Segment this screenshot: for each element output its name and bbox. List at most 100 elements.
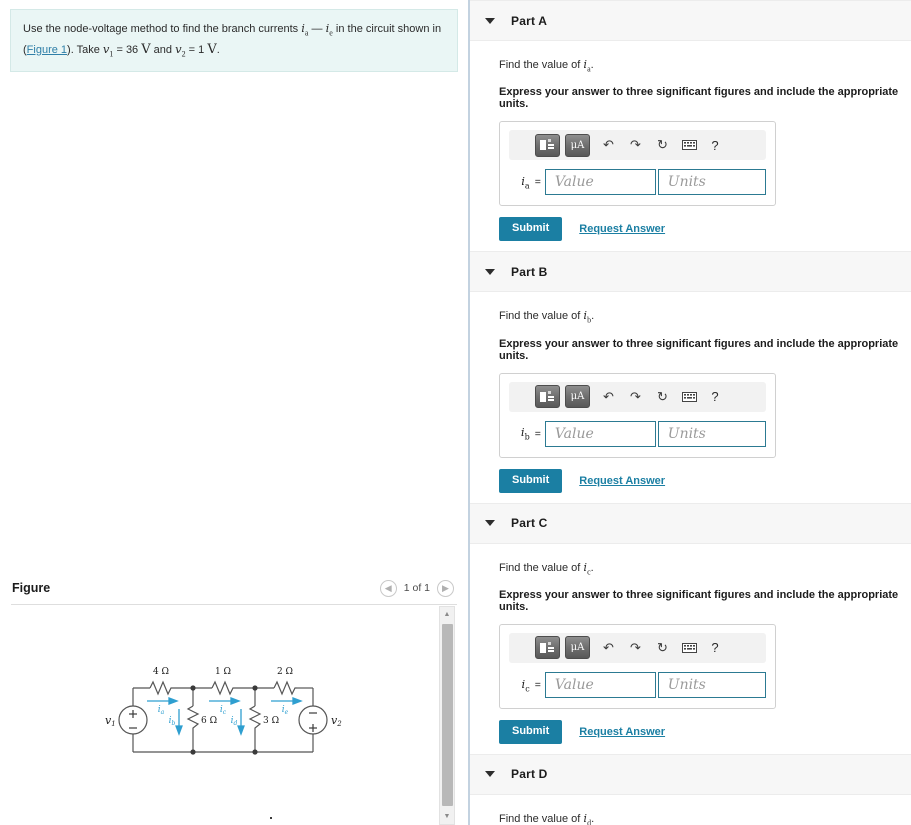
collapse-caret-icon[interactable] xyxy=(485,268,495,275)
redo-arrow-icon[interactable]: ↷ xyxy=(622,637,649,659)
figure-title: Figure xyxy=(12,581,51,595)
part-title-a: Part A xyxy=(511,13,548,28)
reset-circular-arrow-icon[interactable]: ↻ xyxy=(649,386,676,408)
submit-row-b: Submit Request Answer xyxy=(499,468,911,493)
figure-prev-button[interactable]: ◀ xyxy=(379,579,397,597)
reset-circular-arrow-icon[interactable]: ↻ xyxy=(649,637,676,659)
figure-1-link[interactable]: Figure 1 xyxy=(27,44,67,56)
math-template-icon[interactable] xyxy=(535,385,560,409)
scroll-down-arrow-icon[interactable]: ▼ xyxy=(440,809,454,824)
figure-header: Figure ◀ 1 of 1 ▶ xyxy=(0,572,468,604)
redo-arrow-icon[interactable]: ↷ xyxy=(622,386,649,408)
svg-text:2 Ω: 2 Ω xyxy=(277,667,293,677)
part-block-a: Part A Find the value of ia. Express you… xyxy=(470,0,911,251)
problem-text-3: ). Take xyxy=(67,43,103,56)
redo-arrow-icon[interactable]: ↷ xyxy=(622,134,649,156)
v2-unit: V xyxy=(207,41,217,57)
equals-sign: = xyxy=(534,427,541,440)
submit-row-c: Submit Request Answer xyxy=(499,719,911,744)
answer-label-a: ia xyxy=(521,174,530,191)
part-header-c[interactable]: Part C xyxy=(470,502,911,544)
keyboard-icon[interactable] xyxy=(676,637,703,659)
svg-text:ic: ic xyxy=(220,705,227,716)
answer-toolbar-c: μA ↶ ↷ ↻ ? xyxy=(509,632,766,663)
micro-amp-units-icon[interactable]: μA xyxy=(565,385,590,409)
units-input-c[interactable]: Units xyxy=(657,671,766,698)
part-title-d: Part D xyxy=(511,767,548,782)
svg-text:3 Ω: 3 Ω xyxy=(263,716,279,726)
figure-next-button[interactable]: ▶ xyxy=(437,579,454,597)
svg-text:id: id xyxy=(231,716,238,727)
v1-unit: V xyxy=(141,41,151,57)
variable-v2: v2 xyxy=(175,41,186,58)
part-header-a[interactable]: Part A xyxy=(470,0,911,41)
reset-circular-arrow-icon[interactable]: ↻ xyxy=(649,134,676,156)
value-input-a[interactable]: Value xyxy=(544,169,656,196)
scrollbar-thumb[interactable] xyxy=(442,624,453,806)
units-input-b[interactable]: Units xyxy=(657,420,766,447)
variable-ie: ie xyxy=(325,21,333,38)
math-template-icon[interactable] xyxy=(535,133,560,157)
undo-arrow-icon[interactable]: ↶ xyxy=(595,386,622,408)
value-input-c[interactable]: Value xyxy=(544,671,656,698)
request-answer-link-c[interactable]: Request Answer xyxy=(579,726,665,738)
svg-text:ie: ie xyxy=(282,705,289,716)
units-input-a[interactable]: Units xyxy=(657,169,766,196)
part-block-d: Part D Find the value of id. Express you… xyxy=(470,753,911,825)
answer-row-c: ic = Value Units xyxy=(509,671,766,698)
page-root: Use the node-voltage method to find the … xyxy=(0,0,911,825)
submit-button-a[interactable]: Submit xyxy=(499,217,563,242)
answer-widget-b: μA ↶ ↷ ↻ ? ib = Value Units xyxy=(499,372,776,458)
sentence-period: . xyxy=(216,43,220,56)
part-body-b: Find the value of ib. Express your answe… xyxy=(470,292,911,502)
value-input-b[interactable]: Value xyxy=(544,420,656,447)
part-header-b[interactable]: Part B xyxy=(470,251,911,293)
collapse-caret-icon[interactable] xyxy=(485,771,495,778)
part-title-c: Part C xyxy=(511,516,548,531)
keyboard-icon[interactable] xyxy=(676,134,703,156)
collapse-caret-icon[interactable] xyxy=(485,17,495,24)
problem-statement: Use the node-voltage method to find the … xyxy=(10,9,458,73)
prompt-d: Find the value of id. xyxy=(499,810,595,825)
collapse-caret-icon[interactable] xyxy=(485,520,495,527)
conjunction: and xyxy=(150,43,176,56)
v2-value: = 1 xyxy=(185,43,208,56)
submit-button-b[interactable]: Submit xyxy=(499,468,563,493)
prompt-a: Find the value of ia. xyxy=(499,57,594,74)
request-answer-link-b[interactable]: Request Answer xyxy=(579,475,665,487)
answer-row-a: ia = Value Units xyxy=(509,169,766,196)
right-pane: Part A Find the value of ia. Express you… xyxy=(470,0,911,825)
figure-scrollbar[interactable]: ▲ ▼ xyxy=(439,606,455,825)
help-button[interactable]: ? xyxy=(703,138,727,153)
undo-arrow-icon[interactable]: ↶ xyxy=(595,134,622,156)
variable-ia: ia xyxy=(301,21,309,38)
request-answer-link-a[interactable]: Request Answer xyxy=(579,223,665,235)
part-block-c: Part C Find the value of ic. Express you… xyxy=(470,502,911,754)
svg-text:v2: v2 xyxy=(331,714,342,728)
part-body-d: Find the value of id. Express your answe… xyxy=(470,795,911,825)
figure-viewport: 4 Ω 1 Ω 2 Ω 6 Ω 3 Ω ia ic ie ib id v1 v2 xyxy=(0,606,438,825)
variable-v1: v1 xyxy=(102,41,114,58)
svg-text:ib: ib xyxy=(169,716,176,727)
help-button[interactable]: ? xyxy=(703,640,727,655)
answer-row-b: ib = Value Units xyxy=(509,420,766,447)
sigfig-note-a: Express your answer to three significant… xyxy=(499,86,899,111)
keyboard-icon[interactable] xyxy=(676,386,703,408)
problem-text-2: in the circuit shown in xyxy=(332,23,442,35)
undo-arrow-icon[interactable]: ↶ xyxy=(595,637,622,659)
math-template-icon[interactable] xyxy=(535,636,560,660)
answer-label-c: ic xyxy=(521,676,530,694)
help-button[interactable]: ? xyxy=(703,389,727,404)
svg-text:4 Ω: 4 Ω xyxy=(153,667,169,677)
problem-text-1: Use the node-voltage method to find the … xyxy=(23,23,302,35)
scroll-up-arrow-icon[interactable]: ▲ xyxy=(440,607,454,622)
part-body-a: Find the value of ia. Express your answe… xyxy=(470,41,911,251)
part-header-d[interactable]: Part D xyxy=(470,753,911,795)
prompt-b: Find the value of ib. xyxy=(499,308,595,325)
figure-count-label: 1 of 1 xyxy=(403,582,430,594)
micro-amp-units-icon[interactable]: μA xyxy=(565,133,590,157)
submit-button-c[interactable]: Submit xyxy=(499,719,563,744)
sigfig-note-b: Express your answer to three significant… xyxy=(499,337,899,362)
micro-amp-units-icon[interactable]: μA xyxy=(565,636,590,660)
prompt-c: Find the value of ic. xyxy=(499,559,594,576)
